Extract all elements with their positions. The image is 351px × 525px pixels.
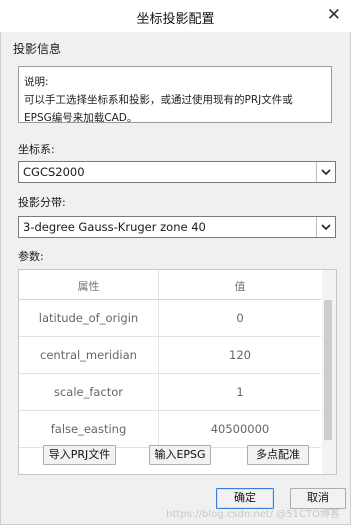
title-bar: 坐标投影配置 ✕ bbox=[0, 0, 351, 33]
table-header: 属性 值 bbox=[19, 270, 321, 300]
table-row[interactable]: latitude_of_origin 0 bbox=[19, 300, 321, 337]
description-line: 说明: bbox=[24, 76, 49, 88]
param-name: latitude_of_origin bbox=[38, 311, 139, 325]
dialog-body: 投影信息 说明: 可以手工选择坐标系和投影，或通过使用现有的PRJ文件或 EPS… bbox=[0, 32, 351, 525]
param-name: central_meridian bbox=[40, 348, 137, 362]
column-header-attribute[interactable]: 属性 bbox=[19, 278, 158, 294]
coord-system-value: CGCS2000 bbox=[23, 165, 85, 179]
scrollbar-thumb[interactable] bbox=[324, 300, 332, 440]
table-row[interactable]: central_meridian 120 bbox=[19, 337, 321, 374]
param-name: scale_factor bbox=[53, 385, 124, 399]
close-icon[interactable]: ✕ bbox=[327, 6, 341, 24]
window-title: 坐标投影配置 bbox=[136, 12, 215, 27]
chevron-down-icon[interactable] bbox=[316, 217, 335, 237]
projection-label: 投影分带: bbox=[18, 196, 66, 209]
coord-system-label: 坐标系: bbox=[18, 143, 55, 156]
params-label: 参数: bbox=[18, 250, 44, 263]
param-value[interactable]: 40500000 bbox=[159, 422, 321, 436]
table-row[interactable]: scale_factor 1 bbox=[19, 374, 321, 411]
param-value[interactable]: 0 bbox=[159, 311, 321, 325]
projection-value: 3-degree Gauss-Kruger zone 40 bbox=[23, 220, 206, 234]
coord-system-select[interactable]: CGCS2000 bbox=[18, 161, 336, 183]
param-value[interactable]: 1 bbox=[159, 385, 321, 399]
projection-select[interactable]: 3-degree Gauss-Kruger zone 40 bbox=[18, 216, 336, 238]
multi-point-button[interactable]: 多点配准 bbox=[247, 445, 309, 465]
description-line: EPSG编号来加载CAD。 bbox=[24, 112, 138, 123]
description-line: 可以手工选择坐标系和投影，或通过使用现有的PRJ文件或 bbox=[24, 94, 293, 106]
vertical-scrollbar[interactable] bbox=[322, 270, 336, 474]
chevron-down-icon[interactable] bbox=[316, 162, 335, 182]
table-row[interactable]: false_easting 40500000 bbox=[19, 411, 321, 448]
ok-button[interactable]: 确定 bbox=[216, 488, 274, 509]
column-header-value[interactable]: 值 bbox=[159, 278, 321, 294]
cancel-button[interactable]: 取消 bbox=[290, 488, 346, 509]
param-name: false_easting bbox=[50, 422, 127, 436]
group-title: 投影信息 bbox=[13, 42, 62, 56]
description-box: 说明: 可以手工选择坐标系和投影，或通过使用现有的PRJ文件或 EPSG编号来加… bbox=[18, 66, 332, 123]
param-value[interactable]: 120 bbox=[159, 348, 321, 362]
input-epsg-button[interactable]: 输入EPSG bbox=[149, 445, 211, 465]
import-prj-button[interactable]: 导入PRJ文件 bbox=[43, 445, 116, 465]
